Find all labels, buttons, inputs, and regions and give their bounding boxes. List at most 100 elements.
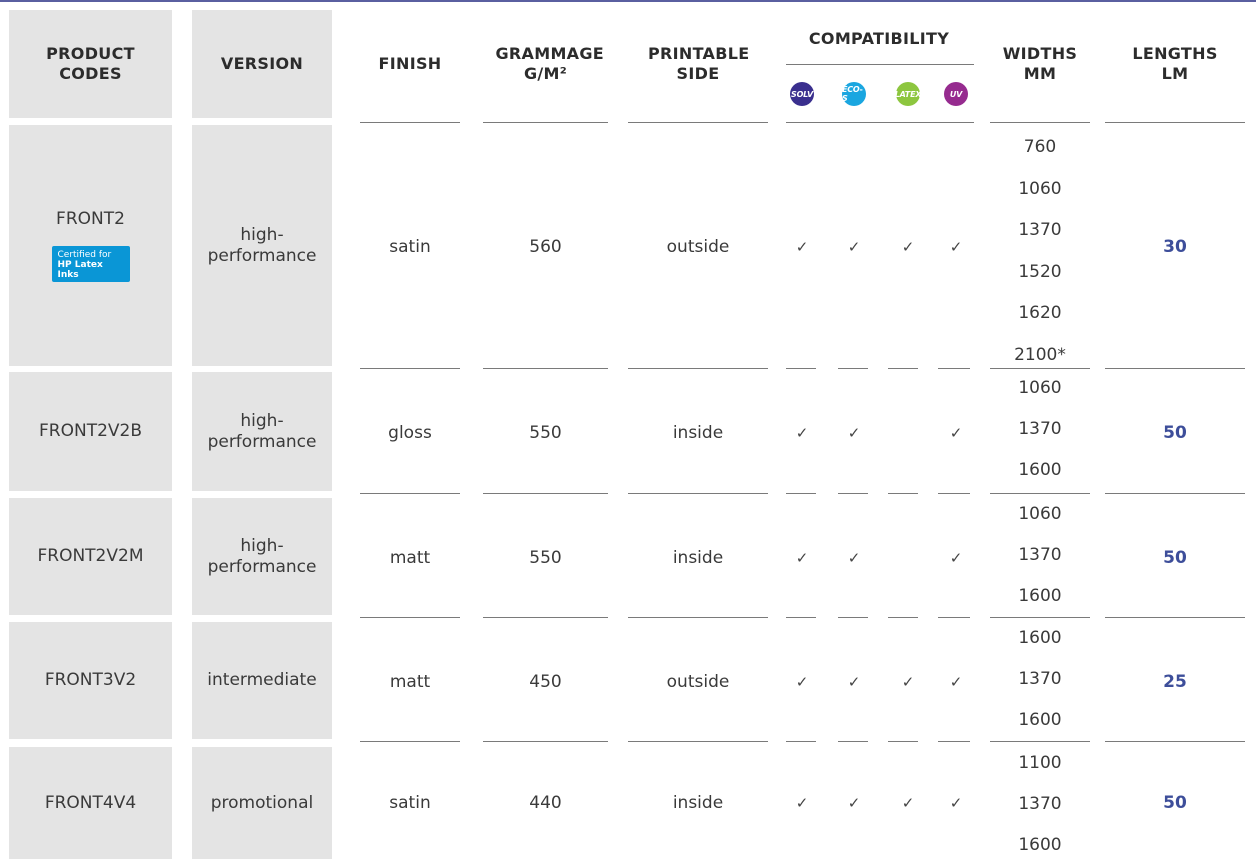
width-text: 760 <box>1023 137 1057 157</box>
row-divider <box>838 493 868 494</box>
width-value: 1600 <box>990 586 1090 608</box>
width-text: 1600 <box>1018 835 1062 855</box>
width-text: 1370 <box>1018 669 1062 689</box>
product-code: FRONT2V2M <box>37 546 144 566</box>
compat-check-uv: ✓ <box>949 794 963 812</box>
compat-check-eco-s: ✓ <box>847 238 861 256</box>
finish-cell: satin <box>389 792 431 813</box>
length-cell: 50 <box>1163 548 1187 568</box>
header-product-codes: PRODUCT CODES <box>9 10 172 118</box>
width-text: 1600 <box>1018 586 1062 606</box>
row-divider <box>786 493 816 494</box>
row-divider <box>838 368 868 369</box>
compat-check-latex: ✓ <box>901 238 915 256</box>
row-divider <box>628 493 768 494</box>
row-divider <box>786 741 816 742</box>
width-value: 1370 <box>990 419 1090 441</box>
width-text: 1370 <box>1018 419 1062 439</box>
row-divider <box>483 368 608 369</box>
product-code: FRONT4V4 <box>44 792 137 813</box>
compat-check-solv: ✓ <box>795 238 809 256</box>
finish-cell: matt <box>389 547 431 568</box>
compat-check-eco-s: ✓ <box>847 673 861 691</box>
finish-cell: gloss <box>388 422 432 443</box>
product-code-cell: FRONT2V2M <box>9 498 172 615</box>
length-cell: 25 <box>1163 672 1187 692</box>
width-value: 1600 <box>990 710 1090 732</box>
product-code-cell: FRONT2 Certified for HP Latex Inks <box>9 125 172 366</box>
compat-check-latex: ✓ <box>901 673 915 691</box>
finish-cell: matt <box>389 671 431 692</box>
row-divider <box>838 741 868 742</box>
header-divider <box>786 122 974 123</box>
version-cell: intermediate <box>192 622 332 739</box>
width-text: 1520 <box>1018 261 1062 282</box>
compat-check-uv: ✓ <box>949 424 963 442</box>
header-divider <box>990 122 1090 123</box>
product-code: FRONT2 <box>56 209 125 229</box>
row-divider <box>360 617 460 618</box>
width-text: 1370 <box>1018 794 1062 814</box>
row-divider <box>938 493 970 494</box>
header-finish: FINISH <box>378 54 442 73</box>
compat-check-solv: ✓ <box>795 549 809 567</box>
row-divider <box>1105 493 1245 494</box>
top-border <box>0 0 1256 2</box>
product-code-cell: FRONT2V2B <box>9 372 172 491</box>
header-lengths: LENGTHS LM <box>1132 44 1218 83</box>
header-divider <box>483 122 608 123</box>
row-divider <box>360 368 460 369</box>
product-code-cell: FRONT3V2 <box>9 622 172 739</box>
row-divider <box>786 368 816 369</box>
version-cell: high-performance <box>192 372 332 491</box>
width-text: 1060 <box>1018 504 1062 524</box>
row-divider <box>360 493 460 494</box>
width-value: 1600 <box>990 460 1090 482</box>
grammage-cell: 560 <box>529 236 562 257</box>
width-value: 1060 <box>990 179 1090 201</box>
ink-solv-icon: SOLV <box>790 82 814 106</box>
row-divider <box>990 493 1090 494</box>
width-text: 1600 <box>1018 628 1062 648</box>
grammage-cell: 440 <box>529 792 562 813</box>
compat-check-eco-s: ✓ <box>847 794 861 812</box>
header-widths: WIDTHS MM <box>1002 44 1078 83</box>
compat-check-eco-s: ✓ <box>847 549 861 567</box>
width-value: 1370 <box>990 669 1090 691</box>
width-value: 1600 <box>990 628 1090 650</box>
compat-check-latex: ✓ <box>901 794 915 812</box>
header-grammage: GRAMMAGE G/M² <box>495 44 605 83</box>
badge-line1: Certified for <box>57 250 112 260</box>
hp-latex-certified-badge: Certified for HP Latex Inks <box>51 246 130 282</box>
printable-side-cell: outside <box>666 236 730 257</box>
row-divider <box>786 617 816 618</box>
version-cell: promotional <box>192 747 332 859</box>
width-value: 1100 <box>990 753 1090 775</box>
width-text: 1370 <box>1018 545 1062 565</box>
printable-side-cell: inside <box>672 792 724 813</box>
row-divider <box>483 741 608 742</box>
width-text: 1370 <box>1018 220 1062 240</box>
badge-line2: HP Latex Inks <box>57 260 103 280</box>
row-divider <box>628 741 768 742</box>
width-value: 760 <box>990 137 1090 159</box>
grammage-cell: 550 <box>529 547 562 568</box>
row-divider <box>938 368 970 369</box>
row-divider <box>838 617 868 618</box>
row-divider <box>888 741 918 742</box>
header-printable-side: PRINTABLE SIDE <box>648 44 750 83</box>
header-version: VERSION <box>192 10 332 118</box>
width-text: 1100 <box>1018 753 1062 773</box>
grammage-cell: 550 <box>529 422 562 443</box>
header-divider <box>1105 122 1245 123</box>
row-divider <box>1105 741 1245 742</box>
printable-side-cell: inside <box>672 422 724 443</box>
ink-latex-icon: LATEX <box>895 82 922 106</box>
row-divider <box>888 368 918 369</box>
compat-check-eco-s: ✓ <box>847 424 861 442</box>
length-cell: 30 <box>1163 237 1187 257</box>
row-divider <box>483 617 608 618</box>
version-cell: high-performance <box>192 498 332 615</box>
width-value: 1060 <box>990 378 1090 400</box>
width-value: 1620 <box>990 303 1090 325</box>
